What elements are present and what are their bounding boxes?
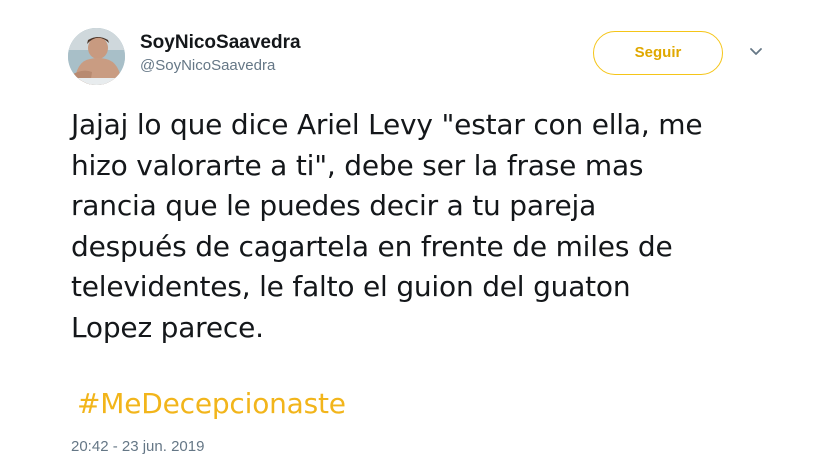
avatar[interactable] bbox=[68, 28, 125, 85]
follow-button[interactable]: Seguir bbox=[593, 31, 723, 75]
user-handle[interactable]: @SoyNicoSaavedra bbox=[140, 56, 301, 76]
hashtag-link[interactable]: #MeDecepcionaste bbox=[77, 386, 346, 422]
tweet-header: SoyNicoSaavedra @SoyNicoSaavedra Seguir bbox=[68, 22, 770, 86]
tweet-text-line: Jajaj lo que dice Ariel Levy "estar con … bbox=[71, 108, 703, 141]
user-names: SoyNicoSaavedra @SoyNicoSaavedra bbox=[140, 32, 301, 76]
tweet-text-line: televidentes, le falto el guion del guat… bbox=[71, 270, 631, 303]
tweet-text-line: hizo valorarte a ti", debe ser la frase … bbox=[71, 148, 644, 182]
tweet-text-line: después de cagartela en frente de miles … bbox=[71, 229, 673, 263]
avatar-image bbox=[68, 28, 125, 85]
tweet-text-line: rancia que le puedes decir a tu pareja bbox=[71, 189, 597, 222]
tweet-text-line: Lopez parece. bbox=[71, 310, 264, 344]
tweet-card: SoyNicoSaavedra @SoyNicoSaavedra Seguir … bbox=[0, 0, 830, 467]
tweet-timestamp[interactable]: 20:42 - 23 jun. 2019 bbox=[71, 437, 204, 457]
display-name[interactable]: SoyNicoSaavedra bbox=[140, 32, 301, 54]
tweet-text: Jajaj lo que dice Ariel Levy "estar con … bbox=[71, 105, 771, 348]
chevron-down-icon[interactable] bbox=[746, 42, 766, 62]
